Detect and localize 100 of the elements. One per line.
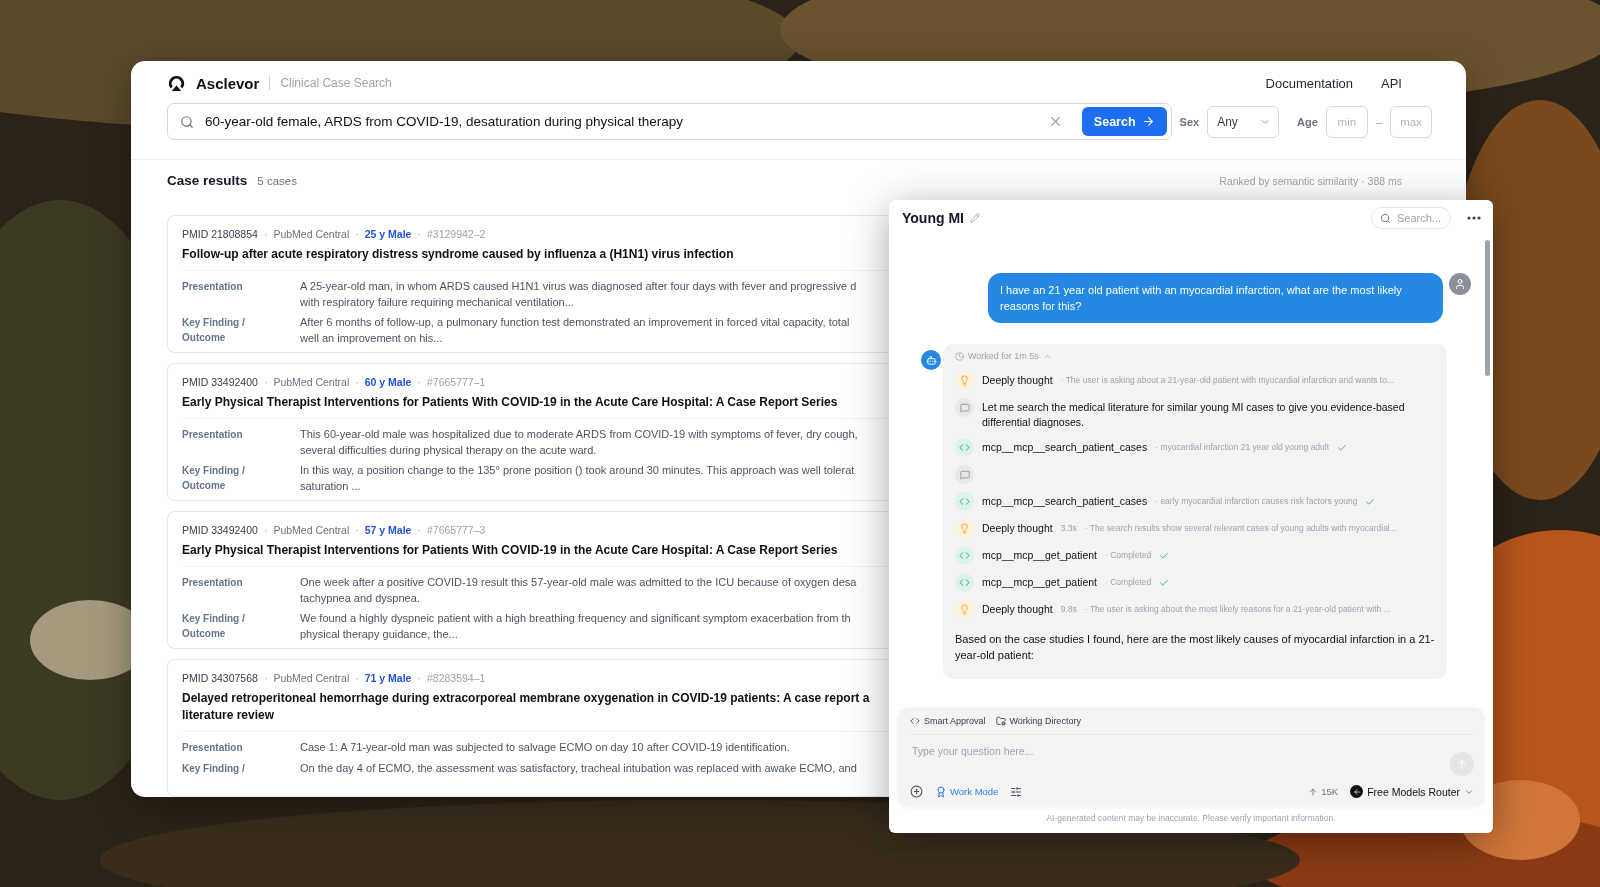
model-selector[interactable]: Free Models Router [1350,785,1474,798]
sliders-button[interactable] [1010,785,1023,798]
age-max-field[interactable]: max [1390,105,1432,138]
code-icon [955,492,974,511]
separator-dot: · [355,376,359,388]
more-icon [1467,216,1481,220]
age-min-field[interactable]: min [1325,105,1368,138]
case-card[interactable] [167,511,887,649]
code-icon [955,546,974,565]
results-title: Case results [167,173,248,188]
age-label: Age [1297,115,1318,128]
step-title: mcp__mcp__search_patient_cases [982,494,1148,509]
search-icon [1380,212,1391,224]
search-field[interactable]: 60-year-old female, ARDS from COVID-19, desaturation during physical therapy Search [167,103,1172,141]
field-label: Presentation [182,741,244,755]
separator-dot: · [417,228,421,240]
case-meta: #7665777–1 [426,376,486,388]
code-icon [910,716,920,726]
range-dash: – [1375,115,1382,128]
step-title: mcp__mcp__get_patient [982,575,1097,590]
case-title: Early Physical Therapist Interventions for Patients With COVID-19 in the Acute Care Hospital: A Case Report Series [182,394,839,411]
results-count: 5 cases [257,175,297,187]
separator-dot: · [355,524,359,536]
step-duration: 3.3s [1060,522,1077,535]
separator-dot: · [417,524,421,536]
field-label: Presentation [182,280,244,294]
separator-dot: · [355,672,359,684]
patient-tag: 71 y Male [364,672,412,684]
field-label: Presentation [182,576,244,590]
search-button[interactable]: Search [1081,107,1167,137]
nav-link[interactable]: API [1381,75,1402,91]
case-meta: #3129942–2 [426,228,486,240]
code-icon [955,573,974,592]
case-meta: PMID 33492400 [182,376,258,388]
lightbulb-icon [955,600,974,619]
field-label: Key Finding / Outcome [182,612,246,641]
token-count: 15K [1308,786,1339,797]
case-meta: #8283594–1 [426,672,486,684]
case-card[interactable] [167,215,887,353]
field-label: Key Finding / Outcome [182,464,246,493]
more-button[interactable] [1467,216,1481,220]
badge-icon [935,785,947,798]
step-detail: · Completed [1105,549,1152,562]
step-message: Let me search the medical literature for similar young MI cases to give you evidence-based differential diagnoses. [982,400,1406,430]
answer-text: Based on the case studies I found, here are the most likely causes of myocardial infarction in a 21-year-old patient: [955,632,1435,663]
app-subtitle: Clinical Case Search [280,76,392,91]
message-icon [955,398,974,417]
case-meta: #7665777–3 [426,524,486,536]
search-icon [180,114,194,129]
case-meta: PubMed Central [273,524,350,536]
case-meta: PMID 21808854 [182,228,258,240]
field-text: We found a highly dyspneic patient with a high breathing frequency and significant symptom exacerbation from th physical therapy guidance, the... [300,611,852,642]
logo-icon [167,73,186,93]
question-field[interactable]: Type your question here... [910,744,1450,758]
field-text: On the day 4 of ECMO, the assessment was satisfactory, tracheal intubation was replaced with awake ECMO, and [300,760,858,776]
sex-select[interactable]: Any [1207,105,1280,138]
separator-dot: · [263,524,268,536]
patient-tag: 25 y Male [364,228,412,240]
case-meta: PubMed Central [273,228,350,240]
add-button[interactable] [910,785,923,798]
case-meta: PMID 33492400 [182,524,258,536]
composer-chip[interactable]: Smart Approval [910,716,986,726]
separator-dot: · [417,376,421,388]
step-title: Deeply thought [982,521,1053,536]
sex-label: Sex [1179,115,1200,128]
separator-dot: · [263,672,268,684]
nav-link[interactable]: Documentation [1265,75,1354,91]
person-icon [1454,278,1466,290]
separator-dot: · [417,672,421,684]
lightbulb-icon [955,519,974,538]
field-label: Key Finding / Outcome [182,316,246,345]
step-detail: · The user is asking about the most likely reasons for a 21-year-old patient with ... [1084,603,1391,616]
chat-title: Young MI [902,210,964,226]
case-meta: PubMed Central [273,376,350,388]
step-duration: 9.8s [1060,603,1077,616]
field-label: Presentation [182,428,244,442]
clock-icon [955,351,964,361]
case-title: Delayed retroperitoneal hemorrhage during extracorporeal membrane oxygenation in COVID-19 patients: A case report a literature review [182,690,871,724]
scrollbar-thumb[interactable] [1485,240,1490,376]
work-mode-toggle[interactable]: Work Mode [935,785,999,798]
field-text: After 6 months of follow-up, a pulmonary function test demonstrated an improvement in forced vital capacity, total well an improvement on his... [300,315,851,346]
model-logo-icon [1350,785,1364,798]
step-title: Deeply thought [982,373,1053,388]
field-text: Case 1: A 71-year-old man was subjected to salvage ECMO on day 10 after COVID-19 identification. [300,740,791,755]
step-detail: · Completed [1105,576,1152,589]
field-text: This 60-year-old male was hospitalized due to moderate ARDS from COVID-19 with symptoms of fever, dry cough, several difficulties during physical therapy on the acute ward. [300,427,859,458]
user-message: I have an 21 year old patient with an myocardial infarction, what are the most likely reasons for this? [988,273,1443,323]
plus-icon [910,785,923,798]
case-card[interactable] [167,659,887,797]
field-label: Key Finding / [182,761,246,776]
case-card[interactable] [167,363,887,501]
separator-dot: · [263,376,268,388]
case-meta: PMID 34307568 [182,672,258,684]
field-text: In this way, a position change to the 135° prone position () took around 30 minutes. This approach was well tolerat saturation ... [300,463,856,494]
composer-chip[interactable]: Working Directory [995,716,1081,726]
lightbulb-icon [955,371,974,390]
patient-tag: 57 y Male [364,524,412,536]
separator-dot: · [355,228,359,240]
field-text: A 25-year-old man, in whom ARDS caused H1N1 virus was diagnosed after four days with fever and progressive d with respiratory failure requiring mechanical ventilation... [300,279,858,310]
field-text: One week after a positive COVID-19 result this 57-year-old male was admitted to the ICU because of oxygen desa tachypnea and dyspnea. [300,575,858,606]
